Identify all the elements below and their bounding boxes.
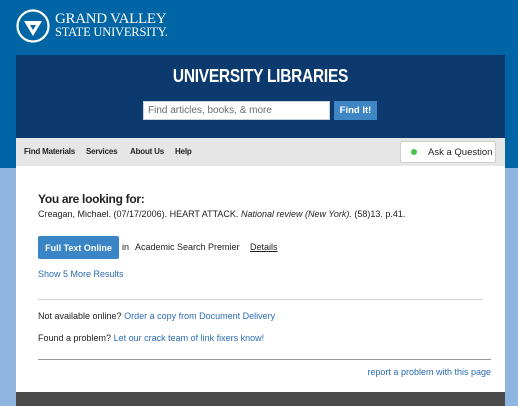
libraries-header: UNIVERSITY LIBRARIES Find It! xyxy=(16,55,505,138)
gvsu-logo[interactable]: GRAND VALLEY STATE UNIVERSITY. xyxy=(16,9,168,43)
citation: Creagan, Michael. (07/17/2006). HEART AT… xyxy=(38,209,405,219)
report-problem-link[interactable]: report a problem with this page xyxy=(367,367,491,377)
full-text-online-button[interactable]: Full Text Online xyxy=(38,236,119,259)
link-fixers-link[interactable]: Let our crack team of link fixers know! xyxy=(114,333,265,343)
gvsu-wordmark-line2: STATE UNIVERSITY. xyxy=(55,25,168,39)
order-document-delivery-link[interactable]: Order a copy from Document Delivery xyxy=(124,311,275,321)
gvsu-logo-icon xyxy=(16,9,50,43)
not-available-text: Not available online? xyxy=(38,311,122,321)
content-panel: You are looking for: Creagan, Michael. (… xyxy=(16,166,505,392)
nav-item-services[interactable]: Services xyxy=(86,147,118,156)
divider xyxy=(38,299,483,300)
ask-a-question-button[interactable]: Ask a Question xyxy=(400,141,496,163)
gvsu-wordmark: GRAND VALLEY STATE UNIVERSITY. xyxy=(55,12,168,39)
ask-a-question-label: Ask a Question xyxy=(428,146,493,158)
online-status-dot-icon xyxy=(411,149,417,155)
nav-item-find-materials[interactable]: Find Materials xyxy=(24,147,75,156)
show-more-results-link[interactable]: Show 5 More Results xyxy=(38,269,124,279)
details-link[interactable]: Details xyxy=(250,242,278,252)
not-available-line: Not available online? Order a copy from … xyxy=(38,311,275,321)
search-input[interactable] xyxy=(143,101,330,120)
found-problem-line: Found a problem? Let our crack team of l… xyxy=(38,333,264,343)
citation-journal: National review (New York). xyxy=(240,209,352,219)
footer-bar xyxy=(16,392,505,406)
find-it-button[interactable]: Find It! xyxy=(334,101,377,120)
page-title: UNIVERSITY LIBRARIES xyxy=(172,66,349,86)
divider-bottom xyxy=(38,359,491,360)
main-nav: Find Materials Services About Us Help As… xyxy=(16,138,505,166)
nav-item-help[interactable]: Help xyxy=(175,147,192,156)
citation-prefix: Creagan, Michael. (07/17/2006). HEART AT… xyxy=(38,209,239,219)
looking-for-heading: You are looking for: xyxy=(38,192,145,206)
citation-suffix: (58)13. p.41. xyxy=(354,209,406,219)
found-problem-text: Found a problem? xyxy=(38,333,112,343)
nav-item-about-us[interactable]: About Us xyxy=(130,147,164,156)
in-label: in xyxy=(122,242,130,252)
database-name: Academic Search Premier xyxy=(135,242,240,252)
